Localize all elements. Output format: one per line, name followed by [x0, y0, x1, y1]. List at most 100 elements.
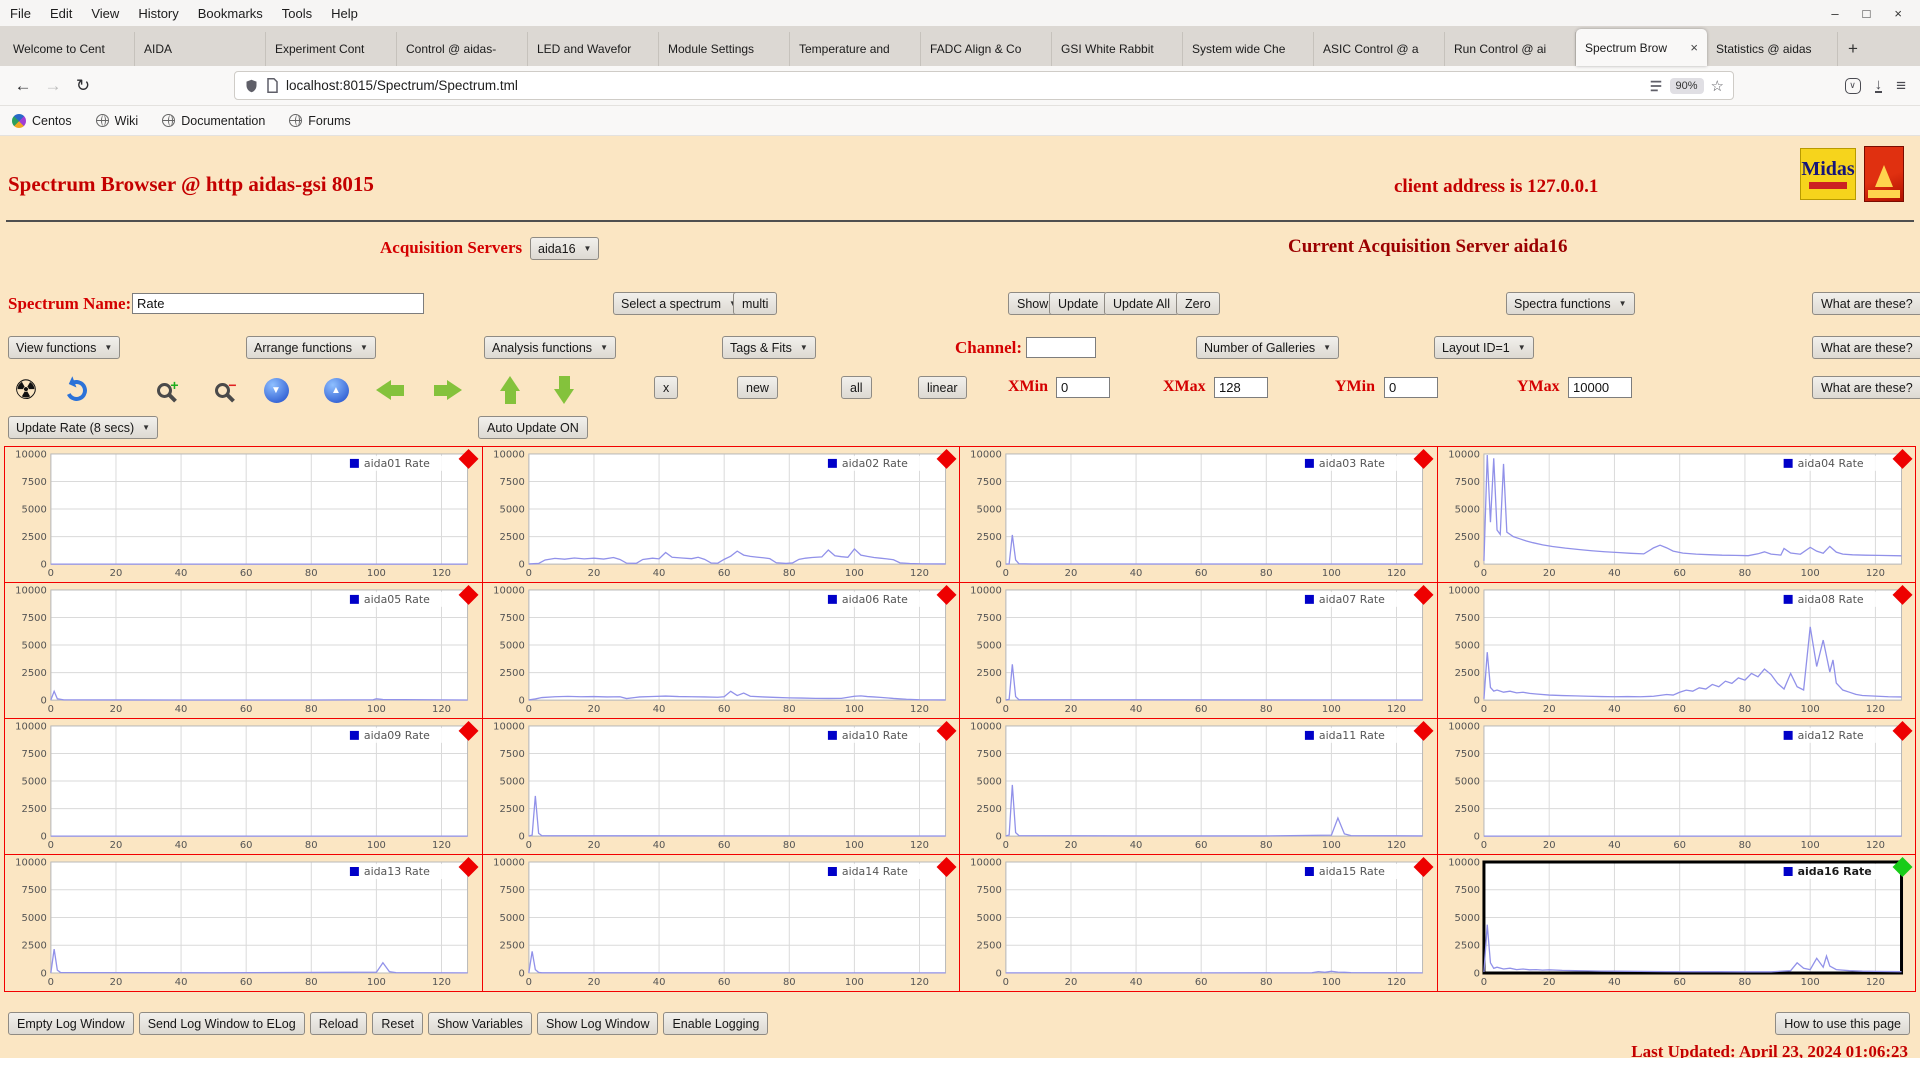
tab-control-aidas[interactable]: Control @ aidas- [397, 32, 528, 66]
arrange-functions-dropdown[interactable]: Arrange functions ▼ [246, 336, 376, 359]
bookmark-centos[interactable]: Centos [9, 110, 72, 131]
spectrum-panel-aida08-rate[interactable]: 0 2500 5000 7500 10000 0 20 40 60 80 100 120 aida08 … [1437, 583, 1915, 719]
spectrum-panel-aida01-rate[interactable]: 0 2500 5000 7500 10000 0 20 40 60 80 100 120 aida01 … [5, 447, 483, 583]
page-info-icon[interactable] [266, 78, 279, 93]
all-button[interactable]: all [841, 376, 872, 399]
secondary-logo[interactable] [1864, 146, 1904, 202]
maximize-icon[interactable]: □ [1863, 6, 1871, 21]
reset-button[interactable]: Reset [372, 1012, 423, 1035]
pan-up-icon[interactable] [492, 374, 528, 406]
reader-mode-icon[interactable] [1649, 79, 1663, 93]
tags-fits-dropdown[interactable]: Tags & Fits ▼ [722, 336, 816, 359]
spectrum-panel-aida04-rate[interactable]: 0 2500 5000 7500 10000 0 20 40 60 80 100 120 aida04 … [1437, 447, 1915, 583]
minimize-icon[interactable]: – [1831, 6, 1838, 21]
analysis-functions-dropdown[interactable]: Analysis functions ▼ [484, 336, 616, 359]
what-are-these-button-1[interactable]: What are these? [1812, 292, 1920, 315]
tab-experiment-cont[interactable]: Experiment Cont [266, 32, 397, 66]
bookmark-star-icon[interactable]: ☆ [1711, 77, 1724, 95]
ymin-input[interactable] [1384, 377, 1438, 398]
tab-spectrum-brow[interactable]: Spectrum Brow × [1576, 29, 1707, 66]
scroll-down-icon[interactable]: ▼ [258, 374, 294, 406]
enable-logging-button[interactable]: Enable Logging [663, 1012, 769, 1035]
back-button[interactable]: ← [8, 72, 38, 100]
tracking-shield-icon[interactable] [244, 78, 259, 94]
radiation-icon[interactable]: ☢ [8, 374, 44, 406]
number-of-galleries-dropdown[interactable]: Number of Galleries ▼ [1196, 336, 1340, 359]
menu-file[interactable]: File [10, 6, 31, 21]
zero-button[interactable]: Zero [1176, 292, 1220, 315]
xmin-input[interactable] [1056, 377, 1110, 398]
menu-edit[interactable]: Edit [50, 6, 72, 21]
url-text[interactable]: localhost:8015/Spectrum/Spectrum.tml [286, 78, 1642, 93]
menu-history[interactable]: History [138, 6, 178, 21]
spectrum-panel-aida03-rate[interactable]: 0 2500 5000 7500 10000 0 20 40 60 80 100 120 aida03 … [960, 447, 1438, 583]
menu-view[interactable]: View [91, 6, 119, 21]
tab-asic-control-a[interactable]: ASIC Control @ a [1314, 32, 1445, 66]
show-variables-button[interactable]: Show Variables [428, 1012, 532, 1035]
multi-button[interactable]: multi [733, 292, 778, 315]
tab-statistics-aidas[interactable]: Statistics @ aidas [1707, 32, 1838, 66]
tab-aida[interactable]: AIDA [135, 32, 266, 66]
spectrum-panel-aida16-rate[interactable]: 0 2500 5000 7500 10000 0 20 40 60 80 100 120 aida16 … [1438, 855, 1916, 991]
zoom-out-icon[interactable]: − [204, 374, 240, 406]
spectrum-panel-aida13-rate[interactable]: 0 2500 5000 7500 10000 0 20 40 60 80 100 120 aida13 … [5, 855, 483, 991]
scroll-up-icon[interactable]: ▲ [318, 374, 354, 406]
pan-left-icon[interactable] [372, 374, 408, 406]
ymax-input[interactable] [1568, 377, 1632, 398]
midas-logo[interactable]: Midas [1800, 148, 1856, 200]
what-are-these-button-3[interactable]: What are these? [1812, 376, 1920, 399]
bookmark-wiki[interactable]: Wiki [95, 114, 138, 128]
tab-fadc-align-co[interactable]: FADC Align & Co [921, 32, 1052, 66]
reload-button[interactable]: Reload [309, 1012, 368, 1035]
app-menu-icon[interactable]: ≡ [1896, 76, 1906, 96]
downloads-icon[interactable]: ↓ [1874, 77, 1883, 93]
tab-gsi-white-rabbit[interactable]: GSI White Rabbit [1052, 32, 1183, 66]
menu-bookmarks[interactable]: Bookmarks [198, 6, 263, 21]
tab-close-icon[interactable]: × [1690, 40, 1698, 55]
auto-update-button[interactable]: Auto Update ON [478, 416, 588, 439]
select-spectrum-dropdown[interactable]: Select a spectrum ▼ [613, 292, 745, 315]
what-are-these-button-2[interactable]: What are these? [1812, 336, 1920, 359]
new-tab-button[interactable]: + [1838, 32, 1868, 66]
spectrum-panel-aida07-rate[interactable]: 0 2500 5000 7500 10000 0 20 40 60 80 100 120 aida07 … [960, 583, 1438, 719]
spectrum-name-input[interactable] [132, 293, 424, 314]
new-button[interactable]: new [737, 376, 778, 399]
channel-input[interactable] [1026, 337, 1096, 358]
linear-button[interactable]: linear [918, 376, 967, 399]
layout-id-dropdown[interactable]: Layout ID=1 ▼ [1434, 336, 1534, 359]
acquisition-server-select[interactable]: aida16 ▼ [530, 237, 600, 260]
forward-button[interactable]: → [38, 72, 68, 100]
bookmark-documentation[interactable]: Documentation [162, 114, 265, 128]
spectrum-panel-aida06-rate[interactable]: 0 2500 5000 7500 10000 0 20 40 60 80 100 120 aida06 … [482, 583, 960, 719]
refresh-icon[interactable] [58, 374, 94, 406]
send-log-window-to-elog-button[interactable]: Send Log Window to ELog [138, 1012, 305, 1035]
spectrum-panel-aida14-rate[interactable]: 0 2500 5000 7500 10000 0 20 40 60 80 100 120 aida14 … [483, 855, 960, 991]
url-bar[interactable]: localhost:8015/Spectrum/Spectrum.tml 90%… [234, 71, 1734, 100]
pan-down-icon[interactable] [546, 374, 582, 406]
update-rate-dropdown[interactable]: Update Rate (8 secs) ▼ [8, 416, 159, 439]
close-icon[interactable]: × [1894, 6, 1902, 21]
how-to-use-button[interactable]: How to use this page [1775, 1012, 1910, 1035]
tab-module-settings[interactable]: Module Settings [659, 32, 790, 66]
tab-system-wide-che[interactable]: System wide Che [1183, 32, 1314, 66]
spectrum-panel-aida12-rate[interactable]: 0 2500 5000 7500 10000 0 20 40 60 80 100 120 aida12 … [1437, 719, 1915, 855]
view-functions-dropdown[interactable]: View functions ▼ [8, 336, 121, 359]
update-button[interactable]: Update [1049, 292, 1108, 315]
empty-log-window-button[interactable]: Empty Log Window [8, 1012, 134, 1035]
spectrum-panel-aida02-rate[interactable]: 0 2500 5000 7500 10000 0 20 40 60 80 100 120 aida02 … [482, 447, 960, 583]
spectrum-panel-aida05-rate[interactable]: 0 2500 5000 7500 10000 0 20 40 60 80 100 120 aida05 … [5, 583, 483, 719]
xmax-input[interactable] [1214, 377, 1268, 398]
pan-right-icon[interactable] [430, 374, 466, 406]
menu-tools[interactable]: Tools [282, 6, 312, 21]
reload-button[interactable]: ↻ [68, 72, 98, 100]
tab-welcome-to-cent[interactable]: Welcome to Cent [4, 32, 135, 66]
show-log-window-button[interactable]: Show Log Window [536, 1012, 659, 1035]
tab-temperature-and[interactable]: Temperature and [790, 32, 921, 66]
menu-help[interactable]: Help [331, 6, 358, 21]
update-all-button[interactable]: Update All [1104, 292, 1179, 315]
zoom-in-icon[interactable]: + [146, 374, 182, 406]
pocket-icon[interactable]: ∨ [1844, 77, 1861, 94]
zoom-level-badge[interactable]: 90% [1669, 77, 1704, 94]
x-button[interactable]: x [654, 376, 679, 399]
tab-run-control-ai[interactable]: Run Control @ ai [1445, 32, 1576, 66]
